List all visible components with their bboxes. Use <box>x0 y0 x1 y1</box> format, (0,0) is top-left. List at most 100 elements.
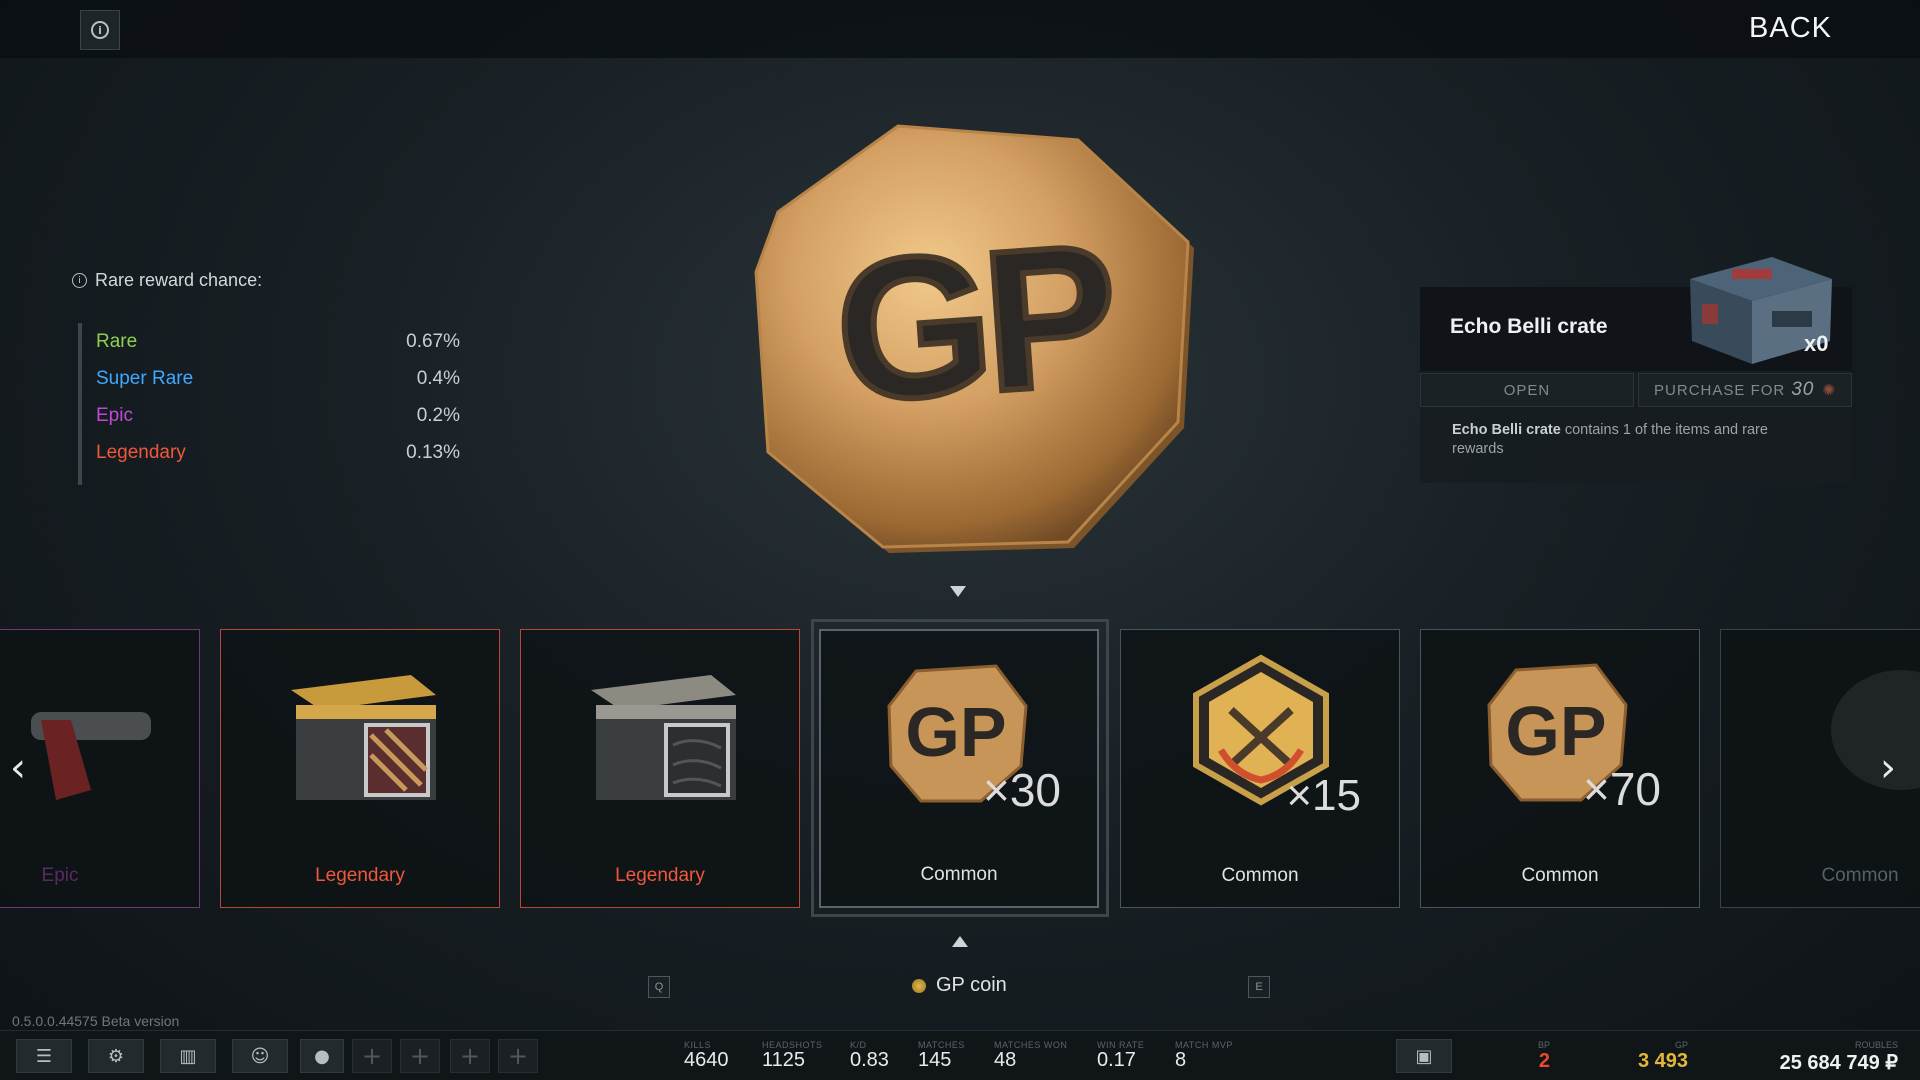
currency-label: BP <box>1538 1040 1551 1050</box>
gp-coin-icon <box>912 978 926 993</box>
rare-chance-title: i Rare reward chance: <box>72 270 262 291</box>
stat-win-rate: WIN RATE 0.17 <box>1097 1040 1144 1072</box>
settings-button[interactable]: ⚙ <box>88 1039 144 1073</box>
item-quantity: ×70 <box>1583 763 1661 815</box>
selected-item-label: GP coin <box>936 974 1007 996</box>
party-slot[interactable]: + <box>498 1039 538 1073</box>
stat-value: 0.17 <box>1097 1049 1136 1071</box>
stat-value: 48 <box>994 1049 1017 1071</box>
chance-row-rare: Rare 0.67% <box>96 323 468 360</box>
bottom-bar: ☰ ⚙ ▥ ☺ ● + + + + KILLS 4640 HEADSHOTS 1… <box>0 1030 1920 1080</box>
crate-count: x0 <box>1804 331 1829 356</box>
bp-currency-icon: ✺ <box>1822 381 1836 399</box>
roubles-balance: ROUBLES 25 684 749 ₽ <box>1780 1040 1898 1075</box>
plus-icon: + <box>459 1042 481 1070</box>
open-button[interactable]: OPEN <box>1420 373 1634 407</box>
stat-value: 145 <box>918 1049 952 1071</box>
plus-icon: + <box>409 1042 431 1070</box>
item-quantity: ×30 <box>983 764 1061 816</box>
currency-value: 2 <box>1538 1050 1551 1072</box>
party-slot[interactable]: + <box>400 1039 440 1073</box>
stat-matches: MATCHES 145 <box>918 1040 965 1072</box>
chance-row-super-rare: Super Rare 0.4% <box>96 360 468 397</box>
bp-balance: BP 2 <box>1538 1040 1550 1073</box>
rarity-name: Super Rare <box>96 367 194 389</box>
next-key-hint: E <box>1248 976 1270 998</box>
info-icon: i <box>72 273 87 288</box>
crate-name: Echo Belli crate <box>1450 315 1608 338</box>
chance-row-legendary: Legendary 0.13% <box>96 434 468 471</box>
save-button[interactable]: ▣ <box>1396 1039 1452 1073</box>
rarity-value: 0.4% <box>416 367 460 389</box>
info-button[interactable]: i <box>80 10 120 50</box>
carousel-card[interactable]: ×15 Common <box>1120 629 1400 908</box>
stat-matches-won: MATCHES WON 48 <box>994 1040 1067 1072</box>
friends-icon: ☺ <box>250 1045 270 1067</box>
party-slot[interactable]: + <box>352 1039 392 1073</box>
card-rarity-label: Legendary <box>315 865 405 886</box>
avatar-icon: ● <box>314 1045 330 1067</box>
carousel-prev-button[interactable]: ‹ <box>10 745 26 791</box>
plus-icon: + <box>361 1042 383 1070</box>
stat-match-mvp: MATCH MVP 8 <box>1175 1040 1233 1072</box>
crate-actions: OPEN PURCHASE FOR 30 ✺ <box>1420 373 1852 407</box>
back-button[interactable]: BACK <box>1749 12 1832 45</box>
camo-box-image <box>591 675 736 800</box>
weapon-stock-image <box>31 712 151 800</box>
open-label: OPEN <box>1503 381 1551 399</box>
gp-coin-text: GP <box>905 693 1006 771</box>
crate-header: Echo Belli crate x0 <box>1420 257 1852 371</box>
stat-value: 4640 <box>684 1049 729 1071</box>
gp-coin-image: GP ×30 <box>887 664 1061 816</box>
rarity-value: 0.13% <box>406 441 460 463</box>
stat-headshots: HEADSHOTS 1125 <box>762 1040 823 1072</box>
battle-badge-image: ×15 <box>1193 654 1361 820</box>
carousel-pointer-up <box>952 936 968 947</box>
gp-balance: GP 3 493 <box>1638 1040 1688 1073</box>
gp-coin-text: GP <box>1505 692 1606 770</box>
version-label: 0.5.0.0.44575 Beta version <box>12 1013 180 1029</box>
carousel-pointer-down <box>950 586 966 597</box>
menu-button[interactable]: ☰ <box>16 1039 72 1073</box>
selected-item-name: GP coin <box>912 974 1007 997</box>
crate-desc-name: Echo Belli crate <box>1452 422 1561 438</box>
friends-button[interactable]: ☺ <box>232 1039 288 1073</box>
chance-row-epic: Epic 0.2% <box>96 397 468 434</box>
stat-kd: K/D 0.83 <box>850 1040 889 1072</box>
gp-coin-image: GP ×70 <box>1487 663 1661 815</box>
rarity-value: 0.2% <box>416 404 460 426</box>
carousel-card[interactable]: Epic <box>0 629 200 908</box>
card-rarity-label: Epic <box>41 865 79 886</box>
rarity-name: Legendary <box>96 441 186 463</box>
currency-label: GP <box>1675 1040 1689 1050</box>
info-icon: i <box>91 21 109 39</box>
card-rarity-label: Legendary <box>615 865 705 886</box>
currency-label: ROUBLES <box>1854 1040 1898 1050</box>
rare-chance-label: Rare reward chance: <box>95 270 263 290</box>
carousel-card[interactable]: Legendary <box>220 629 500 908</box>
helmet-image <box>1831 670 1920 790</box>
featured-item-text: GP <box>829 203 1118 445</box>
card-rarity-label: Common <box>1221 865 1299 886</box>
avatar-button[interactable]: ● <box>300 1039 344 1073</box>
stat-value: 8 <box>1175 1049 1187 1071</box>
card-rarity-label: Common <box>1521 865 1599 886</box>
party-slot[interactable]: + <box>450 1039 490 1073</box>
inventory-button[interactable]: ▥ <box>160 1039 216 1073</box>
purchase-button[interactable]: PURCHASE FOR 30 ✺ <box>1638 373 1852 407</box>
currency-value: 3 493 <box>1638 1050 1689 1072</box>
stat-value: 0.83 <box>850 1049 889 1071</box>
menu-icon: ☰ <box>35 1045 53 1067</box>
purchase-price: 30 <box>1791 379 1815 400</box>
top-bar: i BACK <box>0 0 1920 58</box>
carousel-card[interactable]: GP ×70 Common <box>1420 629 1700 908</box>
rare-chance-list: Rare 0.67% Super Rare 0.4% Epic 0.2% Leg… <box>78 323 468 485</box>
crate-panel: Echo Belli crate x0 OPEN PURCHASE FOR 30… <box>1420 257 1852 483</box>
featured-item-image: GP <box>748 122 1202 556</box>
card-rarity-label: Common <box>1821 865 1899 886</box>
inventory-icon: ▥ <box>179 1045 197 1067</box>
carousel-card-selected[interactable]: GP ×30 Common <box>819 629 1099 908</box>
carousel-card[interactable]: Legendary <box>520 629 800 908</box>
carousel-next-button[interactable]: › <box>1880 745 1896 791</box>
plus-icon: + <box>507 1042 529 1070</box>
